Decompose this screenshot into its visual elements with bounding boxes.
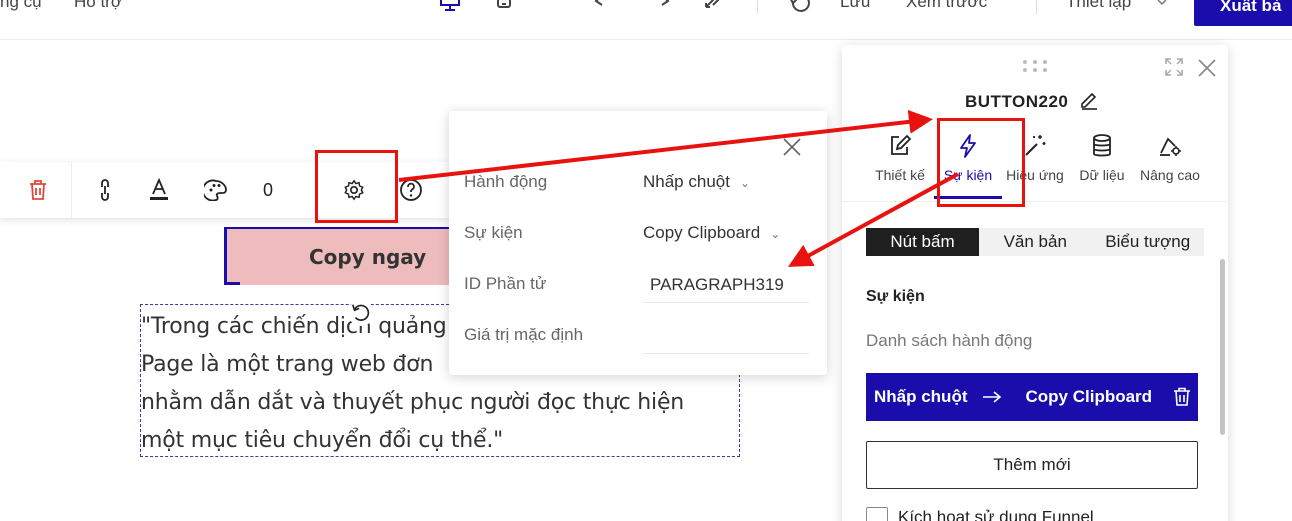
menu-tools[interactable]: ng cụ (0, 0, 42, 12)
link-icon[interactable] (91, 176, 119, 204)
palette-icon[interactable] (202, 176, 230, 204)
panel-divider (842, 201, 1228, 202)
event-settings-popup: Hành động Nhấp chuột ⌄ Sự kiện Copy Clipb… (449, 111, 827, 375)
panel-scrollbar[interactable] (1220, 259, 1225, 435)
help-icon[interactable] (397, 176, 425, 204)
trash-icon[interactable] (24, 176, 52, 204)
mobile-icon[interactable] (492, 0, 516, 14)
database-icon (1089, 133, 1115, 159)
action-select-value: Nhấp chuột (643, 172, 730, 191)
action-trigger: Nhấp chuột (874, 387, 968, 406)
segment-text[interactable]: Văn bản (979, 228, 1092, 256)
rotate-handle-icon[interactable] (348, 300, 374, 326)
text-format-icon[interactable] (145, 176, 173, 204)
selection-corner (224, 282, 240, 285)
properties-panel: BUTTON220 Thiết kế Sự kiện Hiệu ứng Dữ l… (842, 45, 1228, 521)
action-list-label: Danh sách hành động (866, 331, 1033, 350)
action-label: Hành động (464, 172, 548, 191)
action-item[interactable]: Nhấp chuột Copy Clipboard (866, 373, 1198, 421)
highlight-box-events-tab (937, 118, 1025, 207)
arrow-right-icon (982, 391, 1001, 403)
element-type-segmented-control: Nút bấm Văn bản Biểu tượng (866, 228, 1204, 256)
copy-now-label: Copy ngay (309, 245, 427, 269)
element-id-label: ID Phần tử (464, 274, 547, 293)
element-id-underline (643, 302, 809, 303)
segment-icon[interactable]: Biểu tượng (1092, 228, 1205, 256)
pencil-square-icon (887, 133, 913, 159)
chevron-down-icon (1150, 0, 1174, 14)
element-name: BUTTON220 (965, 92, 1069, 111)
desktop-icon[interactable] (438, 0, 462, 14)
section-title: Sự kiện (866, 288, 925, 305)
expand-icon[interactable] (1164, 57, 1184, 77)
event-select[interactable]: Copy Clipboard ⌄ (643, 223, 780, 243)
history-icon[interactable] (788, 0, 812, 14)
paragraph-line: một mục tiêu chuyển đổi cụ thể." (141, 428, 504, 453)
layer-count: 0 (262, 179, 273, 200)
trash-icon[interactable] (1172, 387, 1192, 407)
settings-menu[interactable]: Thiết lập (1066, 0, 1131, 12)
chevron-down-icon: ⌄ (770, 226, 781, 241)
close-icon[interactable] (780, 135, 804, 159)
add-new-label: Thêm mới (993, 455, 1071, 474)
undo-icon[interactable] (594, 0, 618, 14)
top-toolbar: ng cụ Hỗ trợ Lưu Xem trước Thiết lập Xuấ… (0, 0, 1292, 40)
preview-button[interactable]: Xem trước (906, 0, 987, 12)
toolbar-divider (71, 162, 72, 218)
save-button[interactable]: Lưu (840, 0, 870, 12)
segment-button[interactable]: Nút bấm (866, 228, 979, 256)
toolbar-divider (757, 0, 758, 14)
edit-pencil-icon[interactable] (1079, 90, 1101, 112)
action-select[interactable]: Nhấp chuột ⌄ (643, 172, 750, 192)
drag-handle-icon[interactable] (1022, 59, 1048, 73)
close-icon[interactable] (1196, 57, 1218, 79)
funnel-checkbox-row[interactable]: Kích hoạt sử dụng Funnel (866, 507, 1094, 521)
event-label: Sự kiện (464, 223, 523, 242)
add-new-button[interactable]: Thêm mới (866, 441, 1198, 489)
event-select-value: Copy Clipboard (643, 223, 761, 242)
default-value-underline (643, 353, 809, 354)
tab-advanced-label: Nâng cao (1140, 167, 1200, 183)
element-id-input[interactable]: PARAGRAPH319 (650, 275, 784, 295)
fullscreen-icon[interactable] (702, 0, 726, 14)
magic-wand-icon (1022, 133, 1048, 159)
highlight-box-gear (315, 150, 398, 223)
toolbar-divider (1036, 0, 1037, 14)
chevron-down-icon: ⌄ (739, 175, 751, 190)
funnel-checkbox[interactable] (866, 507, 888, 521)
menu-help[interactable]: Hỗ trợ (74, 0, 122, 12)
paragraph-line: nhằm dẫn dắt và thuyết phục người đọc th… (141, 390, 685, 415)
copy-now-button[interactable]: Copy ngay (224, 227, 452, 285)
default-value-label: Giá trị mặc định (464, 325, 584, 344)
advanced-settings-icon (1157, 133, 1183, 159)
action-event: Copy Clipboard (1025, 387, 1153, 406)
export-button[interactable]: Xuất bả (1194, 0, 1292, 26)
tab-advanced[interactable]: Nâng cao (1130, 133, 1210, 183)
redo-icon[interactable] (646, 0, 670, 14)
funnel-label: Kích hoạt sử dụng Funnel (898, 507, 1094, 521)
